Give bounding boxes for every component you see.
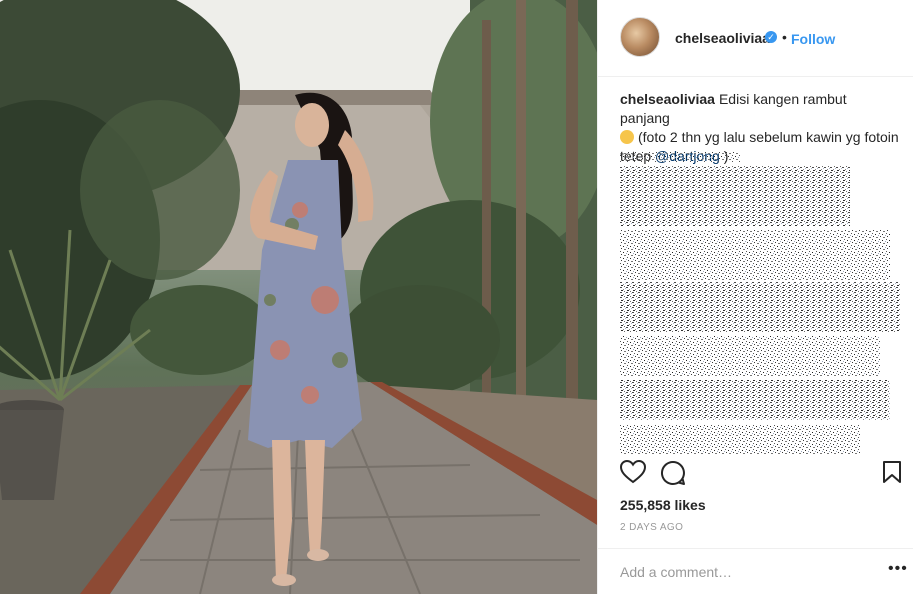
- speech-bubble-icon[interactable]: [660, 460, 688, 488]
- post-photo-illustration: [0, 0, 597, 594]
- username-link[interactable]: chelseaoliviaa: [675, 30, 770, 46]
- comments-area[interactable]: chelseaoliviaa Edisi kangen rambut panjan…: [620, 90, 900, 460]
- follow-button[interactable]: Follow: [791, 31, 835, 47]
- add-comment-input[interactable]: [620, 563, 870, 581]
- bookmark-icon[interactable]: [882, 460, 910, 488]
- add-comment-section: •••: [598, 548, 913, 594]
- caption-username[interactable]: chelseaoliviaa: [620, 91, 715, 107]
- avatar[interactable]: [620, 17, 660, 57]
- post-photo[interactable]: [0, 0, 597, 594]
- like-count[interactable]: 255,858 likes: [620, 497, 706, 513]
- post-side-panel: chelseaoliviaa ✓ • Follow chelseaoliviaa…: [597, 0, 913, 594]
- ellipsis-icon[interactable]: •••: [888, 560, 908, 578]
- censored-comments-noise: [620, 152, 900, 454]
- post-timestamp[interactable]: 2 DAYS AGO: [620, 522, 683, 533]
- post-header: chelseaoliviaa ✓ • Follow: [598, 0, 913, 77]
- yawning-face-emoji-icon: [620, 130, 634, 144]
- heart-icon[interactable]: [619, 459, 648, 488]
- verified-badge-icon: ✓: [765, 31, 777, 43]
- separator-dot: •: [782, 29, 787, 45]
- action-bar: [619, 459, 901, 490]
